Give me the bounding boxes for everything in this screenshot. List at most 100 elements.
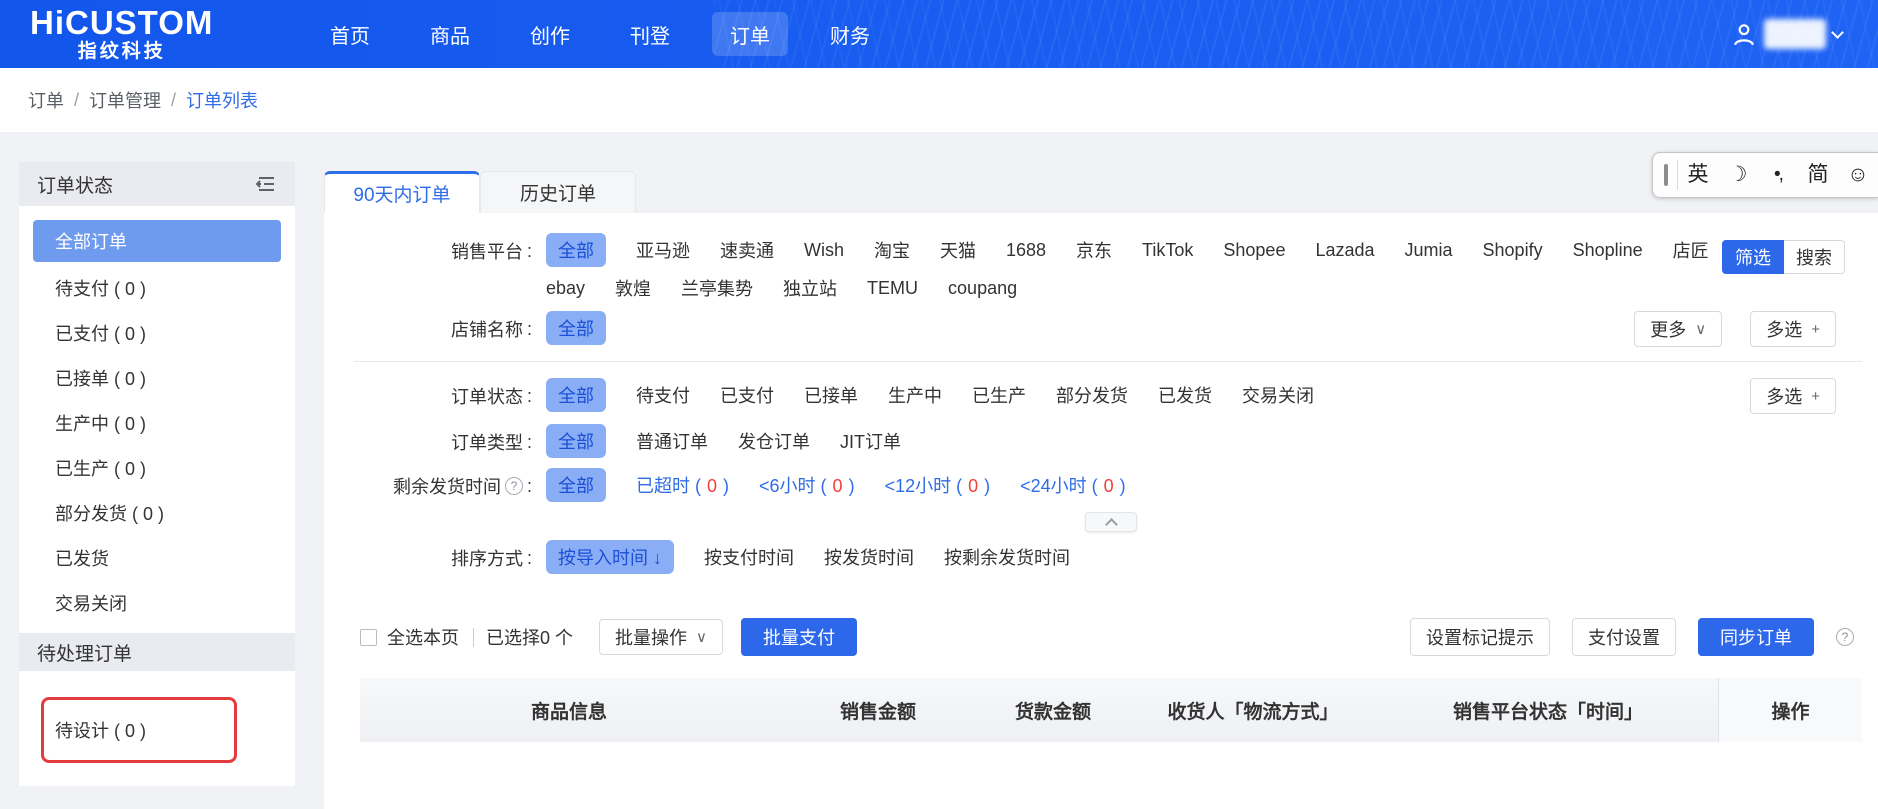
platform-option[interactable]: 京东 bbox=[1076, 237, 1112, 263]
sort-option[interactable]: 按发货时间 bbox=[824, 544, 914, 570]
multi-select-button[interactable]: 多选 + bbox=[1750, 311, 1836, 347]
ime-emoji-icon[interactable]: ☺ bbox=[1838, 153, 1878, 197]
order-status-option[interactable]: 部分发货 bbox=[1056, 382, 1128, 408]
help-icon[interactable]: ? bbox=[1836, 628, 1854, 646]
sidebar-status-item[interactable]: 已支付 ( 0 ) bbox=[19, 310, 295, 355]
remaining-time-option[interactable]: <24小时 ( 0 ) bbox=[1020, 472, 1126, 498]
sync-orders-button[interactable]: 同步订单 bbox=[1698, 618, 1814, 656]
ime-toolbar[interactable]: 英 ☽ •, 简 ☺ bbox=[1652, 152, 1878, 198]
user-menu[interactable] bbox=[1731, 0, 1844, 68]
order-status-option[interactable]: 已接单 bbox=[804, 382, 858, 408]
logo-subtitle: 指纹科技 bbox=[77, 41, 166, 62]
order-status-option[interactable]: 已支付 bbox=[720, 382, 774, 408]
platform-option[interactable]: 淘宝 bbox=[874, 237, 910, 263]
order-status-option[interactable]: 交易关闭 bbox=[1242, 382, 1314, 408]
selected-count-label: 已选择0 个 bbox=[486, 628, 574, 648]
platform-option[interactable]: 店匠 bbox=[1673, 237, 1709, 263]
breadcrumb-order-management[interactable]: 订单管理 bbox=[89, 87, 161, 113]
platform-option[interactable]: Wish bbox=[804, 240, 844, 261]
filter-button[interactable]: 筛选 bbox=[1722, 240, 1784, 274]
order-type-option[interactable]: JIT订单 bbox=[840, 428, 901, 454]
platform-option[interactable]: coupang bbox=[948, 278, 1017, 299]
search-button[interactable]: 搜索 bbox=[1784, 240, 1845, 274]
order-status-sidebar: 订单状态 全部订单 待支付 ( 0 ) 已支付 ( 0 ) 已接单 ( 0 ) 生产中 … bbox=[19, 162, 295, 786]
logo[interactable]: HiCUSTOM 指纹科技 bbox=[30, 5, 213, 63]
platform-option[interactable]: Shopee bbox=[1223, 240, 1285, 261]
sidebar-status-item[interactable]: 部分发货 ( 0 ) bbox=[19, 490, 295, 535]
platform-option[interactable]: 天猫 bbox=[940, 237, 976, 263]
platform-all-chip[interactable]: 全部 bbox=[546, 233, 606, 267]
breadcrumb-orders[interactable]: 订单 bbox=[28, 87, 64, 113]
sidebar-status-item[interactable]: 交易关闭 bbox=[19, 580, 295, 625]
action-bar: 全选本页 已选择0 个 批量操作 ∨ 批量支付 设置标记提示 支付设置 同步订单 … bbox=[360, 618, 1862, 656]
remaining-time-option[interactable]: 已超时 ( 0 ) bbox=[636, 472, 729, 498]
collapse-filters-button[interactable] bbox=[1085, 512, 1137, 532]
platform-option[interactable]: Shopline bbox=[1573, 240, 1643, 261]
nav-item[interactable]: 创作 bbox=[512, 12, 588, 56]
multi-select-button[interactable]: 多选 + bbox=[1750, 378, 1836, 414]
sort-by-import-time-chip[interactable]: 按导入时间 ↓ bbox=[546, 540, 675, 574]
set-mark-button[interactable]: 设置标记提示 bbox=[1410, 618, 1550, 656]
platform-option[interactable]: TEMU bbox=[867, 278, 918, 299]
batch-pay-button[interactable]: 批量支付 bbox=[741, 618, 857, 656]
platform-option[interactable]: Shopify bbox=[1483, 240, 1543, 261]
platform-option[interactable]: 亚马逊 bbox=[636, 237, 690, 263]
sidebar-header: 订单状态 bbox=[19, 162, 295, 206]
sidebar-item-pending-design[interactable]: 待设计 ( 0 ) bbox=[19, 707, 295, 752]
sidebar-status-item[interactable]: 已接单 ( 0 ) bbox=[19, 355, 295, 400]
platform-option[interactable]: Jumia bbox=[1405, 240, 1453, 261]
sidebar-status-item[interactable]: 生产中 ( 0 ) bbox=[19, 400, 295, 445]
sidebar-status-item[interactable]: 已生产 ( 0 ) bbox=[19, 445, 295, 490]
order-status-option[interactable]: 待支付 bbox=[636, 382, 690, 408]
order-status-option[interactable]: 已生产 bbox=[972, 382, 1026, 408]
ime-english-mode[interactable]: 英 bbox=[1678, 153, 1718, 197]
chevron-down-icon: ∨ bbox=[1695, 321, 1707, 338]
ime-punctuation-icon[interactable]: •, bbox=[1758, 153, 1798, 197]
help-icon[interactable]: ? bbox=[504, 477, 523, 495]
nav-item[interactable]: 财务 bbox=[812, 12, 888, 56]
order-status-all-chip[interactable]: 全部 bbox=[546, 378, 606, 412]
order-type-option[interactable]: 发仓订单 bbox=[738, 428, 810, 454]
nav-item[interactable]: 订单 bbox=[712, 12, 788, 56]
collapse-sidebar-icon[interactable] bbox=[255, 175, 277, 193]
ime-drag-handle[interactable] bbox=[1664, 164, 1668, 186]
tab-90-day-orders[interactable]: 90天内订单 bbox=[324, 171, 480, 213]
pay-settings-button[interactable]: 支付设置 bbox=[1572, 618, 1676, 656]
nav-item[interactable]: 商品 bbox=[412, 12, 488, 56]
more-button[interactable]: 更多 ∨ bbox=[1634, 311, 1723, 347]
remaining-time-all-chip[interactable]: 全部 bbox=[546, 468, 606, 502]
sidebar-status-item[interactable]: 全部订单 bbox=[33, 220, 281, 262]
select-all-label[interactable]: 全选本页 bbox=[387, 624, 459, 650]
ime-simplified-chinese[interactable]: 简 bbox=[1798, 153, 1838, 197]
sort-option[interactable]: 按剩余发货时间 bbox=[944, 544, 1070, 570]
platform-option[interactable]: Lazada bbox=[1315, 240, 1374, 261]
remaining-time-option[interactable]: <6小时 ( 0 ) bbox=[759, 472, 855, 498]
platform-option[interactable]: ebay bbox=[546, 278, 585, 299]
column-payment-amount: 货款金额 bbox=[1014, 701, 1091, 723]
top-navbar: HiCUSTOM 指纹科技 首页 商品 创作 刊登 订单 财务 bbox=[0, 0, 1878, 68]
order-status-option[interactable]: 已发货 bbox=[1158, 382, 1212, 408]
platform-option[interactable]: 兰亭集势 bbox=[681, 275, 753, 301]
order-type-option[interactable]: 普通订单 bbox=[636, 428, 708, 454]
platform-option[interactable]: 1688 bbox=[1006, 240, 1046, 261]
nav-item[interactable]: 刊登 bbox=[612, 12, 688, 56]
tab-history-orders[interactable]: 历史订单 bbox=[480, 171, 636, 213]
order-status-option[interactable]: 生产中 bbox=[888, 382, 942, 408]
platform-option[interactable]: 独立站 bbox=[783, 275, 837, 301]
sidebar-status-item[interactable]: 待支付 ( 0 ) bbox=[19, 265, 295, 310]
sort-option[interactable]: 按支付时间 bbox=[704, 544, 794, 570]
platform-option[interactable]: TikTok bbox=[1142, 240, 1193, 261]
order-type-all-chip[interactable]: 全部 bbox=[546, 424, 606, 458]
column-receiver-logistics: 收货人「物流方式」 bbox=[1167, 701, 1339, 723]
ime-fullwidth-moon-icon[interactable]: ☽ bbox=[1718, 153, 1758, 197]
store-all-chip[interactable]: 全部 bbox=[546, 311, 606, 345]
select-all-checkbox[interactable] bbox=[360, 628, 377, 646]
sidebar-status-item[interactable]: 已发货 bbox=[19, 535, 295, 580]
username-redacted bbox=[1764, 19, 1826, 49]
platform-option[interactable]: 敦煌 bbox=[615, 275, 651, 301]
platform-option[interactable]: 速卖通 bbox=[720, 237, 774, 263]
batch-operations-button[interactable]: 批量操作 ∨ bbox=[599, 619, 723, 655]
breadcrumb-order-list: 订单列表 bbox=[186, 91, 259, 111]
remaining-time-option[interactable]: <12小时 ( 0 ) bbox=[885, 472, 991, 498]
nav-item[interactable]: 首页 bbox=[312, 12, 388, 56]
